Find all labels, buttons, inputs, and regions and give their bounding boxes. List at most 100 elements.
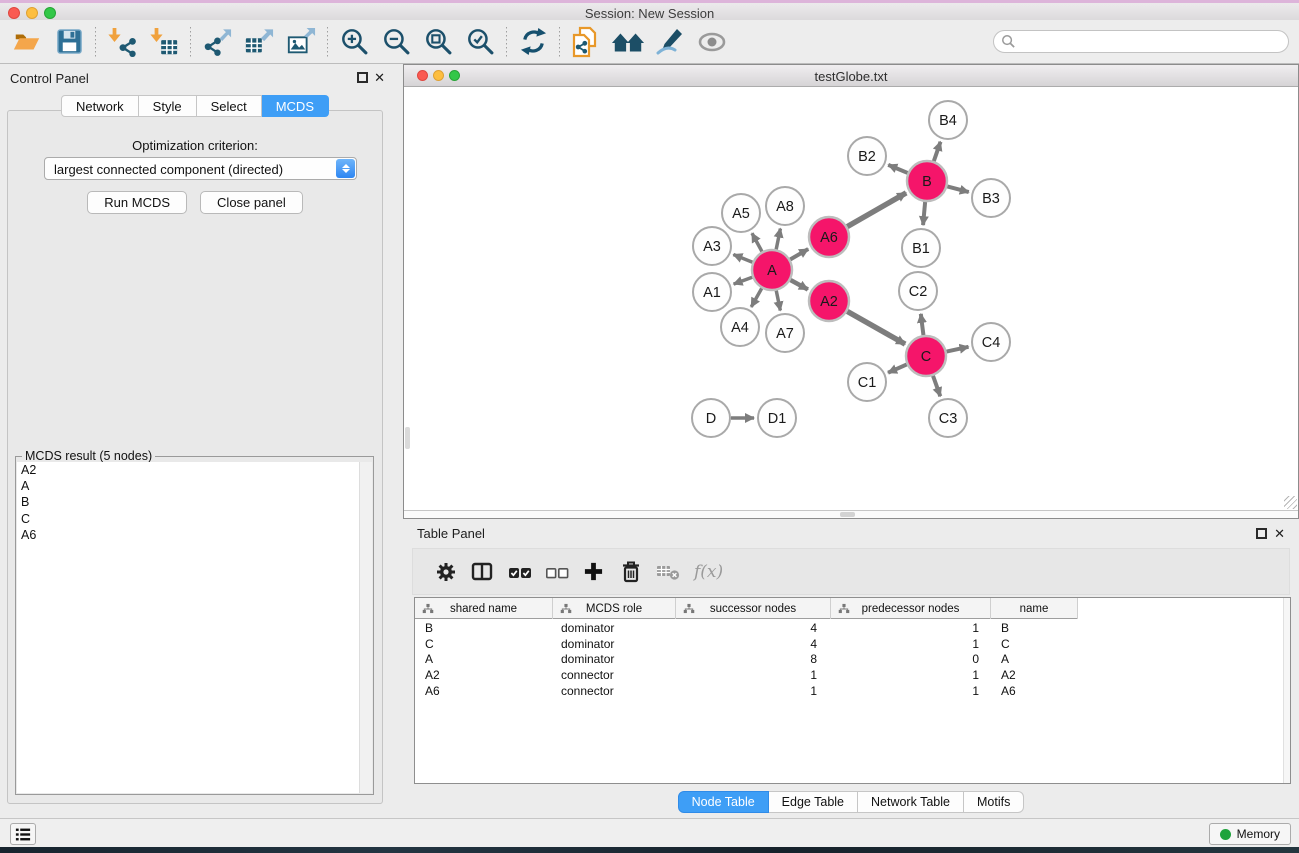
graph-node-B1[interactable]: B1: [902, 229, 940, 267]
table-row[interactable]: A2connector11A2: [415, 667, 1283, 683]
mcds-result-item[interactable]: B: [17, 494, 372, 510]
zoom-selected-icon[interactable]: [459, 23, 501, 61]
export-image-icon[interactable]: [280, 23, 322, 61]
graph-node-A5[interactable]: A5: [722, 194, 760, 232]
graph-node-A[interactable]: A: [752, 250, 792, 290]
graph-node-B[interactable]: B: [907, 161, 947, 201]
graph-edge[interactable]: [947, 347, 969, 352]
close-panel-icon[interactable]: ✕: [374, 70, 385, 86]
graph-node-B3[interactable]: B3: [972, 179, 1010, 217]
graph-node-B2[interactable]: B2: [848, 137, 886, 175]
graph-edge[interactable]: [923, 202, 925, 225]
tab-edge-table[interactable]: Edge Table: [769, 791, 858, 813]
graph-node-C3[interactable]: C3: [929, 399, 967, 437]
table-row[interactable]: Adominator80A: [415, 651, 1283, 667]
vertical-scrollbar-thumb[interactable]: [405, 427, 410, 449]
network-from-file-icon[interactable]: [565, 23, 607, 61]
export-network-icon[interactable]: [196, 23, 238, 61]
graph-edge[interactable]: [790, 280, 807, 290]
resize-grip-icon[interactable]: [1284, 496, 1297, 509]
graph-edge[interactable]: [847, 311, 905, 344]
mcds-result-item[interactable]: A6: [17, 527, 372, 543]
graph-node-B4[interactable]: B4: [929, 101, 967, 139]
style-preview-icon[interactable]: [649, 23, 691, 61]
graph-node-C2[interactable]: C2: [899, 272, 937, 310]
save-session-icon[interactable]: [48, 23, 90, 61]
graph-node-C[interactable]: C: [906, 336, 946, 376]
graph-edge[interactable]: [933, 376, 940, 397]
graph-edge[interactable]: [751, 288, 761, 307]
zoom-fit-icon[interactable]: [417, 23, 459, 61]
mcds-result-list[interactable]: A2ABCA6: [17, 462, 372, 793]
mcds-result-item[interactable]: A2: [17, 462, 372, 478]
home-view-icon[interactable]: [607, 23, 649, 61]
graph-node-D1[interactable]: D1: [758, 399, 796, 437]
graph-edge[interactable]: [790, 249, 808, 259]
table-row[interactable]: Cdominator41C: [415, 636, 1283, 652]
graph-edge[interactable]: [776, 291, 780, 311]
network-canvas[interactable]: B4B2BB3A5A8A6B1A3AC2A1A2A4A7C4CC1C3DD1: [404, 87, 1298, 510]
float-table-panel-icon[interactable]: [1256, 528, 1267, 539]
graph-edge[interactable]: [733, 255, 752, 263]
column-header-name[interactable]: name: [991, 598, 1078, 619]
graph-edge[interactable]: [947, 186, 968, 192]
tab-mcds[interactable]: MCDS: [262, 95, 329, 117]
column-browser-icon[interactable]: [464, 554, 501, 590]
tab-node-table[interactable]: Node Table: [678, 791, 769, 813]
table-settings-icon[interactable]: [427, 554, 464, 590]
criterion-dropdown[interactable]: largest connected component (directed): [44, 157, 357, 180]
table-scrollbar[interactable]: [1283, 598, 1290, 783]
graph-node-A4[interactable]: A4: [721, 308, 759, 346]
add-column-icon[interactable]: [575, 554, 612, 590]
graph-edge[interactable]: [934, 142, 941, 161]
delete-table-icon[interactable]: [649, 554, 686, 590]
column-header-predecessor-nodes[interactable]: predecessor nodes: [831, 598, 991, 619]
graph-edge[interactable]: [888, 364, 907, 372]
export-table-icon[interactable]: [238, 23, 280, 61]
search-input[interactable]: [993, 30, 1289, 53]
graph-edge[interactable]: [776, 229, 780, 250]
graph-edge[interactable]: [847, 193, 906, 227]
mcds-result-item[interactable]: A: [17, 478, 372, 494]
table-row[interactable]: A6connector11A6: [415, 683, 1283, 699]
graph-edge[interactable]: [734, 277, 753, 284]
graph-node-C4[interactable]: C4: [972, 323, 1010, 361]
memory-button[interactable]: Memory: [1209, 823, 1291, 845]
column-header-shared-name[interactable]: shared name: [415, 598, 553, 619]
import-table-icon[interactable]: [143, 23, 185, 61]
import-network-icon[interactable]: [101, 23, 143, 61]
graph-node-C1[interactable]: C1: [848, 363, 886, 401]
refresh-icon[interactable]: [512, 23, 554, 61]
delete-column-icon[interactable]: [612, 554, 649, 590]
task-history-button[interactable]: [10, 823, 36, 845]
column-header-MCDS-role[interactable]: MCDS role: [553, 598, 676, 619]
network-window-titlebar[interactable]: testGlobe.txt: [404, 65, 1298, 87]
graph-node-D[interactable]: D: [692, 399, 730, 437]
hide-view-icon[interactable]: [691, 23, 733, 61]
zoom-in-icon[interactable]: [333, 23, 375, 61]
tab-select[interactable]: Select: [197, 95, 262, 117]
graph-edge[interactable]: [921, 314, 924, 335]
tab-network-table[interactable]: Network Table: [858, 791, 964, 813]
open-session-icon[interactable]: [6, 23, 48, 61]
horizontal-scrollbar-thumb[interactable]: [840, 512, 855, 517]
graph-node-A2[interactable]: A2: [809, 281, 849, 321]
tab-style[interactable]: Style: [139, 95, 197, 117]
float-panel-icon[interactable]: [357, 72, 368, 83]
graph-node-A6[interactable]: A6: [809, 217, 849, 257]
close-table-panel-icon[interactable]: ✕: [1274, 526, 1285, 542]
run-mcds-button[interactable]: Run MCDS: [87, 191, 187, 214]
deselect-all-checkbox-icon[interactable]: [538, 554, 575, 590]
graph-edge[interactable]: [888, 165, 907, 173]
graph-edge[interactable]: [752, 233, 762, 251]
table-row[interactable]: Bdominator41B: [415, 620, 1283, 636]
mcds-result-item[interactable]: C: [17, 511, 372, 527]
tab-motifs[interactable]: Motifs: [964, 791, 1024, 813]
graph-node-A1[interactable]: A1: [693, 273, 731, 311]
tab-network[interactable]: Network: [61, 95, 139, 117]
graph-node-A3[interactable]: A3: [693, 227, 731, 265]
select-all-checkbox-icon[interactable]: [501, 554, 538, 590]
column-header-successor-nodes[interactable]: successor nodes: [676, 598, 831, 619]
graph-node-A8[interactable]: A8: [766, 187, 804, 225]
close-panel-button[interactable]: Close panel: [200, 191, 303, 214]
